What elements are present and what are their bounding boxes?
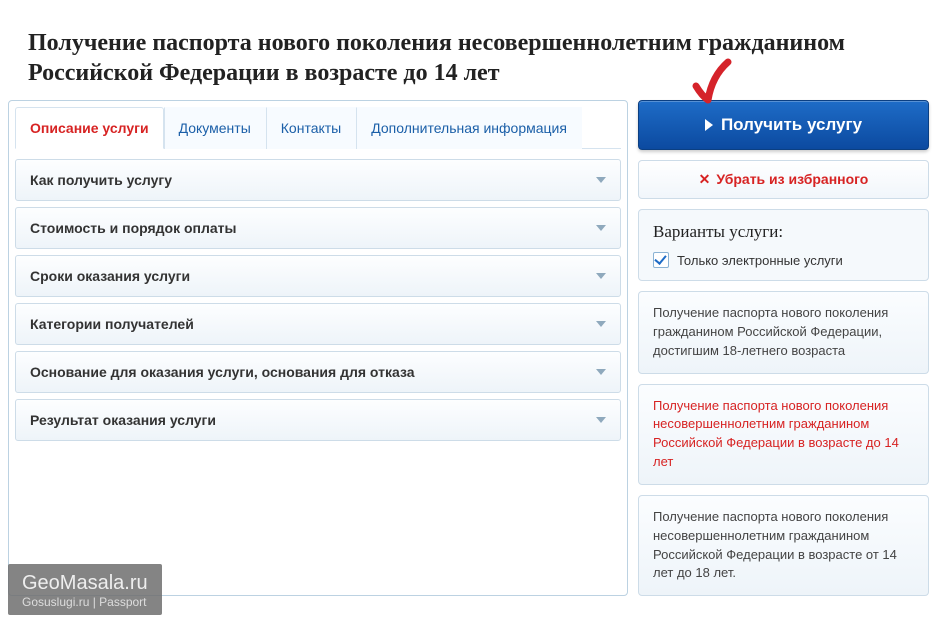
- service-options-panel: Варианты услуги: Только электронные услу…: [638, 209, 929, 281]
- accordion-label: Результат оказания услуги: [30, 412, 216, 428]
- accordion-label: Категории получателей: [30, 316, 194, 332]
- accordion: Как получить услугу Стоимость и порядок …: [15, 159, 621, 441]
- main-panel: Описание услуги Документы Контакты Допол…: [8, 100, 628, 596]
- checkbox-label: Только электронные услуги: [677, 253, 843, 268]
- tab-extra-info[interactable]: Дополнительная информация: [356, 107, 582, 149]
- only-electronic-checkbox[interactable]: Только электронные услуги: [653, 252, 914, 268]
- button-label: Убрать из избранного: [716, 171, 868, 187]
- accordion-label: Основание для оказания услуги, основания…: [30, 364, 415, 380]
- accordion-grounds[interactable]: Основание для оказания услуги, основания…: [15, 351, 621, 393]
- checkbox-checked-icon: [653, 252, 669, 268]
- tabs: Описание услуги Документы Контакты Допол…: [15, 107, 621, 149]
- close-icon: ✕: [699, 171, 711, 187]
- tab-description[interactable]: Описание услуги: [15, 107, 164, 149]
- get-service-button[interactable]: Получить услугу: [638, 100, 929, 150]
- chevron-down-icon: [596, 177, 606, 183]
- chevron-down-icon: [596, 225, 606, 231]
- accordion-timing[interactable]: Сроки оказания услуги: [15, 255, 621, 297]
- watermark-line1: GeoMasala.ru: [22, 572, 148, 595]
- play-icon: [705, 119, 713, 131]
- tab-documents[interactable]: Документы: [164, 107, 266, 149]
- button-label: Получить услугу: [721, 115, 862, 134]
- accordion-label: Как получить услугу: [30, 172, 172, 188]
- variant-under-14[interactable]: Получение паспорта нового поколения несо…: [638, 384, 929, 485]
- variant-18plus[interactable]: Получение паспорта нового поколения граж…: [638, 291, 929, 374]
- chevron-down-icon: [596, 321, 606, 327]
- accordion-label: Стоимость и порядок оплаты: [30, 220, 237, 236]
- accordion-how-to-get[interactable]: Как получить услугу: [15, 159, 621, 201]
- accordion-cost[interactable]: Стоимость и порядок оплаты: [15, 207, 621, 249]
- accordion-result[interactable]: Результат оказания услуги: [15, 399, 621, 441]
- sidebar: Получить услугу ✕ Убрать из избранного Ва…: [638, 100, 929, 596]
- remove-favorite-button[interactable]: ✕ Убрать из избранного: [638, 160, 929, 199]
- variant-14-to-18[interactable]: Получение паспорта нового поколения несо…: [638, 495, 929, 596]
- panel-title: Варианты услуги:: [653, 222, 914, 242]
- chevron-down-icon: [596, 417, 606, 423]
- watermark-line2: Gosuslugi.ru | Passport: [22, 595, 148, 609]
- chevron-down-icon: [596, 369, 606, 375]
- watermark: GeoMasala.ru Gosuslugi.ru | Passport: [8, 564, 162, 615]
- tab-contacts[interactable]: Контакты: [266, 107, 356, 149]
- accordion-categories[interactable]: Категории получателей: [15, 303, 621, 345]
- chevron-down-icon: [596, 273, 606, 279]
- accordion-label: Сроки оказания услуги: [30, 268, 190, 284]
- page-title: Получение паспорта нового поколения несо…: [0, 0, 937, 100]
